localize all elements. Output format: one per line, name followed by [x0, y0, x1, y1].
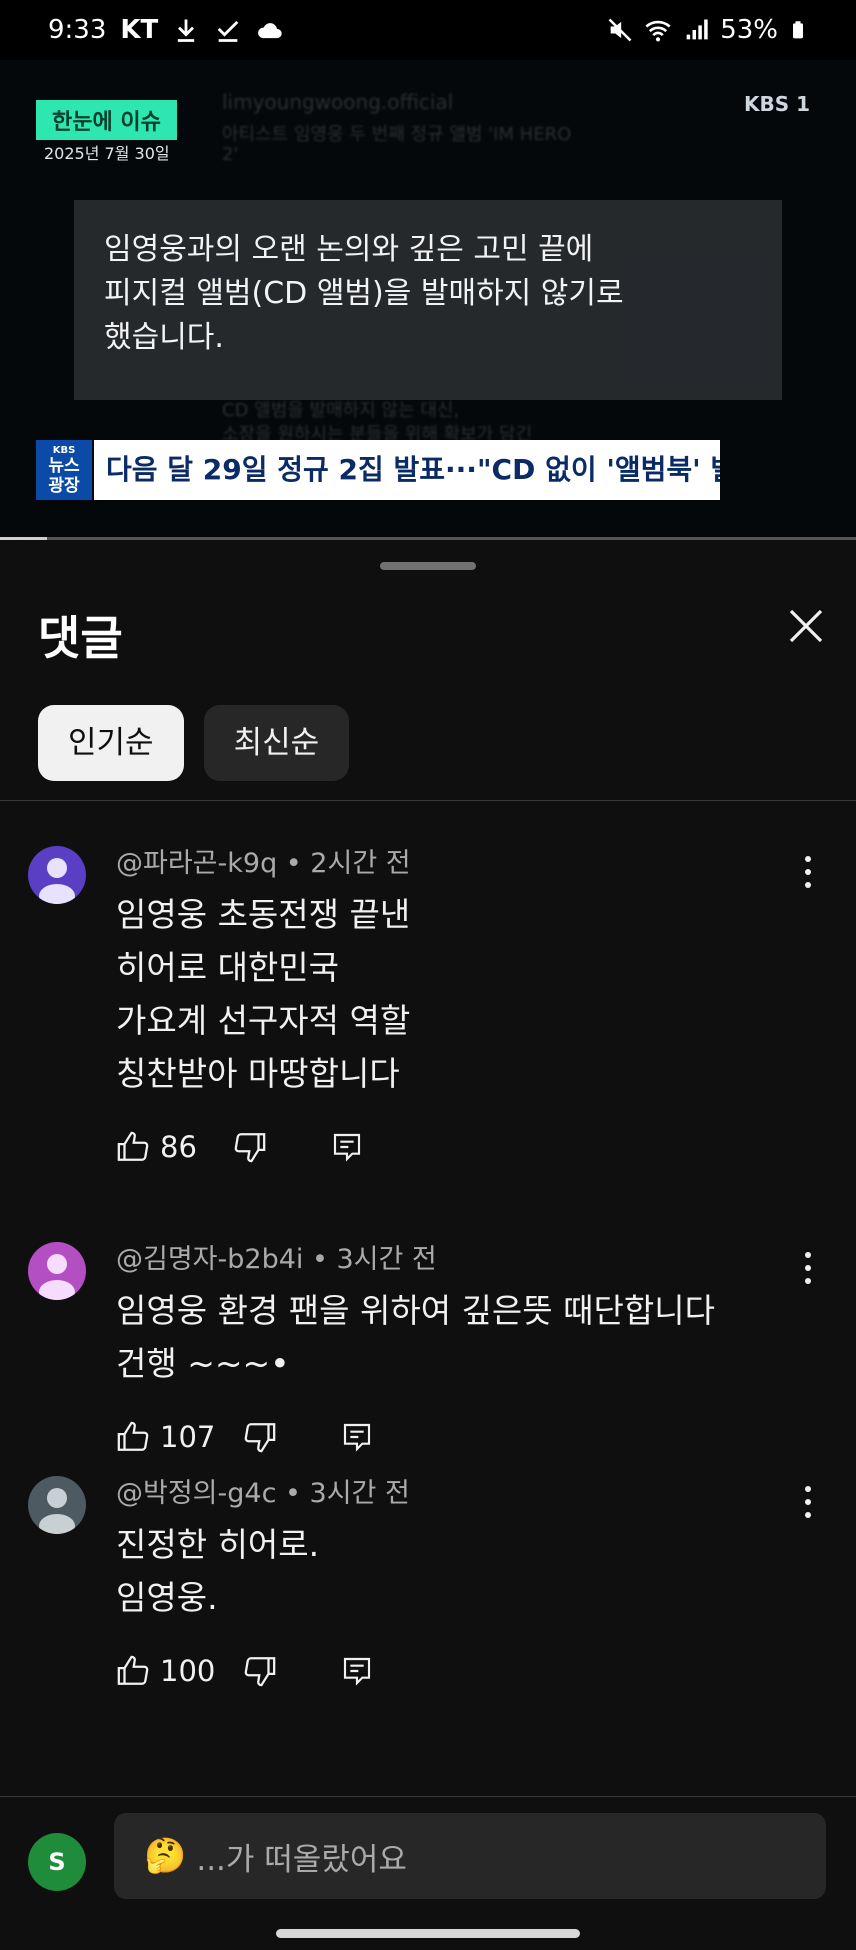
avatar[interactable] [28, 1476, 86, 1534]
comment-actions: 107 [116, 1412, 796, 1462]
sheet-title: 댓글 [38, 611, 123, 665]
comment-item: @파라곤-k9q • 2시간 전 임영웅 초동전쟁 끝낸 히어로 대한민국 가요… [0, 830, 856, 1164]
chip-newest[interactable]: 최신순 [203, 705, 350, 781]
like-button[interactable]: 100 [116, 1654, 215, 1688]
divider [0, 800, 856, 801]
comment-input-placeholder: ...가 떠올랐어요 [196, 1841, 407, 1878]
avatar[interactable] [28, 1242, 86, 1300]
thumbs-up-icon [117, 1131, 149, 1161]
comment-text: 진정한 히어로. 임영웅. [116, 1525, 320, 1617]
thinking-emoji-icon: 🤔 [144, 1836, 187, 1876]
close-icon[interactable] [786, 606, 826, 646]
reply-icon[interactable] [341, 1654, 373, 1688]
reply-bar: S 🤔 ...가 떠올랐어요 [0, 1797, 856, 1950]
reply-icon[interactable] [331, 1130, 363, 1164]
comment-actions: 100 [116, 1646, 796, 1696]
thumbs-up-icon [117, 1655, 149, 1685]
like-button[interactable]: 107 [116, 1420, 215, 1454]
comment-text: 임영웅 환경 팬을 위하여 깊은뜻 때단합니다 건행 ~~~• [116, 1291, 715, 1383]
signal-icon [686, 19, 708, 40]
cloud-icon [258, 23, 282, 39]
comments-sheet: 댓글 인기순 최신순 @파라곤-k9q • 2시간 전 임영웅 초동전쟁 끝낸 … [0, 540, 856, 1950]
video-player[interactable]: limyoungwoong.official 아티스트 임영웅 두 번째 정규 … [0, 60, 856, 540]
news-badge-line-1: 뉴스 [48, 456, 80, 476]
comment-text: 임영웅 초동전쟁 끝낸 히어로 대한민국 가요계 선구자적 역할 칭찬받아 마땅… [116, 895, 411, 1093]
video-caption: 임영웅과의 오랜 논의와 깊은 고민 끝에 피지컬 앨범(CD 앨범)을 발매하… [74, 200, 782, 400]
check-icon [217, 20, 239, 42]
like-button[interactable]: 86 [116, 1130, 197, 1164]
comment-author-time[interactable]: @박정의-g4c • 3시간 전 [116, 1460, 796, 1514]
download-icon [178, 19, 195, 42]
comment-item: @박정의-g4c • 3시간 전 진정한 히어로. 임영웅. 100 [0, 1460, 856, 1690]
caption-line-1: 임영웅과의 오랜 논의와 깊은 고민 끝에 [104, 232, 594, 267]
thumbs-down-icon[interactable] [233, 1130, 267, 1164]
comment-author-time[interactable]: @김명자-b2b4i • 3시간 전 [116, 1226, 796, 1280]
news-badge-top: KBS [52, 445, 76, 456]
more-options-icon[interactable] [802, 1484, 814, 1520]
battery-percent: 53% [720, 15, 778, 45]
home-indicator[interactable] [276, 1929, 580, 1938]
like-count: 107 [160, 1420, 216, 1454]
caption-line-3: 했습니다. [104, 320, 224, 355]
like-count: 100 [160, 1654, 216, 1688]
thumbs-down-icon[interactable] [243, 1420, 277, 1454]
status-carrier: KT [120, 15, 159, 45]
comment-input[interactable]: 🤔 ...가 떠올랐어요 [114, 1813, 826, 1899]
comment-actions: 86 [116, 1122, 796, 1172]
my-avatar: S [28, 1833, 86, 1891]
battery-icon [793, 21, 803, 39]
drag-handle[interactable] [380, 562, 476, 570]
like-count: 86 [160, 1130, 197, 1164]
avatar[interactable] [28, 846, 86, 904]
bg-line-1: 아티스트 임영웅 두 번째 정규 앨범 'IM HERO [222, 124, 572, 145]
caption-line-2: 피지컬 앨범(CD 앨범)을 발매하지 않기로 [104, 276, 624, 311]
wifi-icon [645, 20, 671, 42]
more-options-icon[interactable] [802, 854, 814, 890]
chip-top-comments[interactable]: 인기순 [38, 705, 184, 781]
issue-tag: 한눈에 이슈 [36, 100, 177, 140]
mute-icon [608, 18, 632, 42]
status-time: 9:33 [48, 15, 107, 45]
comment-author-time[interactable]: @파라곤-k9q • 2시간 전 [116, 830, 796, 884]
bg-account-text: limyoungwoong.official [222, 90, 454, 114]
comment-list: @파라곤-k9q • 2시간 전 임영웅 초동전쟁 끝낸 히어로 대한민국 가요… [0, 830, 856, 1690]
channel-logo: KBS 1 [743, 92, 810, 116]
bg-line-2: 2' [222, 144, 239, 165]
news-headline: 다음 달 29일 정규 2집 발표···"CD 없이 '앨범북' 발매" [94, 440, 720, 500]
status-bar: 9:33 KT 53% [0, 0, 856, 60]
sort-chips: 인기순 최신순 [38, 705, 350, 781]
thumbs-down-icon[interactable] [243, 1654, 277, 1688]
news-badge-line-2: 광장 [48, 476, 80, 496]
reply-icon[interactable] [341, 1420, 373, 1454]
thumbs-up-icon [117, 1421, 149, 1451]
news-program-badge: KBS 뉴스 광장 [36, 440, 92, 500]
video-date: 2025년 7월 30일 [44, 144, 170, 163]
more-options-icon[interactable] [802, 1250, 814, 1286]
